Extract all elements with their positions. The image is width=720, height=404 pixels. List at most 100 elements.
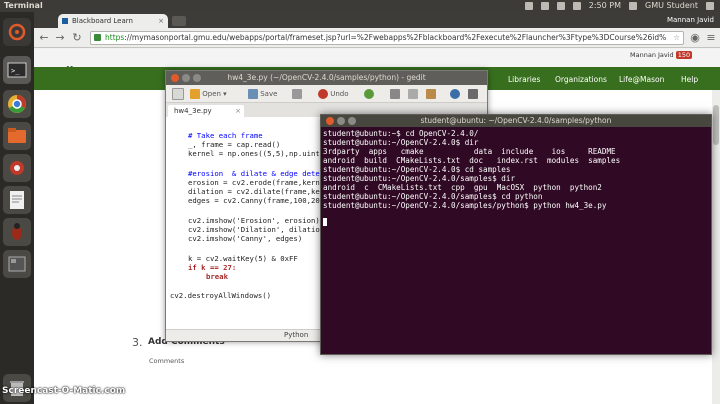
nav-organizations[interactable]: Organizations [555, 75, 607, 84]
code-line: _, frame = cap.read() [188, 140, 281, 149]
battery-icon[interactable] [556, 2, 565, 10]
terminal-line: student@ubuntu:~/OpenCV-2.4.0$ cd sample… [323, 165, 511, 174]
undo-button[interactable]: Undo [318, 88, 349, 100]
save-label: Save [260, 90, 278, 98]
bug-icon[interactable] [3, 218, 31, 246]
terminal-icon[interactable]: >_ [3, 56, 31, 84]
minimize-icon[interactable] [337, 117, 345, 125]
code-line: break [206, 272, 228, 281]
terminal-titlebar[interactable]: student@ubuntu: ~/OpenCV-2.4.0/samples/p… [321, 115, 711, 127]
notification-badge[interactable]: 150 [675, 51, 693, 59]
code-line: if k == 27: [188, 263, 237, 272]
terminal-line: student@ubuntu:~/OpenCV-2.4.0$ dir [323, 138, 479, 147]
language-selector[interactable]: Python [284, 331, 308, 339]
new-file-button[interactable] [172, 88, 184, 100]
tab-blackboard[interactable]: Blackboard Learn × [58, 14, 168, 28]
close-icon[interactable]: × [158, 14, 164, 28]
gedit-toolbar: Open ▾ Save Undo [166, 85, 487, 103]
minimize-icon[interactable] [182, 74, 190, 82]
paste-icon [426, 89, 436, 99]
terminal-line: student@ubuntu:~/OpenCV-2.4.0/samples$ d… [323, 174, 516, 183]
save-button[interactable]: Save [248, 88, 277, 100]
user-box[interactable]: Mannan Javid 150 [630, 51, 693, 59]
user-icon [629, 2, 637, 10]
code-line: kernel = np.ones((5,5),np.uint8) [188, 149, 329, 158]
open-label: Open [202, 90, 221, 98]
code-line: cv2.imshow('Canny', edges) [188, 234, 303, 243]
close-icon[interactable] [171, 74, 179, 82]
files-icon[interactable] [3, 122, 31, 150]
url-text: ://mymasonportal.gmu.edu/webapps/portal/… [124, 33, 667, 42]
copy-button[interactable] [408, 88, 418, 100]
close-icon[interactable]: × [235, 105, 241, 117]
extension-icon[interactable]: ◉ [688, 31, 702, 45]
terminal-line: student@ubuntu:~/OpenCV-2.4.0/samples/py… [323, 201, 607, 210]
nav-life-at-mason[interactable]: Life@Mason [619, 75, 664, 84]
code-line: #erosion & dilate & edge detection [188, 169, 342, 178]
profile-name[interactable]: Mannan Javid [630, 15, 714, 26]
new-tab-button[interactable] [172, 16, 186, 26]
terminal-window[interactable]: student@ubuntu: ~/OpenCV-2.4.0/samples/p… [320, 114, 712, 355]
menu-icon[interactable]: ≡ [704, 31, 718, 45]
section-number: 3. [132, 336, 143, 349]
chrome-icon[interactable] [3, 90, 31, 118]
nav-help[interactable]: Help [681, 75, 698, 84]
save-icon [248, 89, 258, 99]
user-name[interactable]: GMU Student [645, 0, 698, 12]
print-button[interactable] [292, 88, 302, 100]
bookmark-star-icon[interactable]: ☆ [673, 32, 680, 44]
find-button[interactable] [450, 88, 460, 100]
undo-label: Undo [330, 90, 349, 98]
tab-title: Blackboard Learn [72, 17, 133, 25]
text-editor-icon[interactable] [3, 186, 31, 214]
replace-icon [468, 89, 478, 99]
launcher: >_ [0, 12, 34, 404]
gedit-titlebar[interactable]: hw4_3e.py (~/OpenCV-2.4.0/samples/python… [166, 71, 487, 85]
nav-libraries[interactable]: Libraries [508, 75, 540, 84]
terminal-line: student@ubuntu:~/OpenCV-2.4.0/samples$ c… [323, 192, 543, 201]
gedit-tab-label: hw4_3e.py [174, 107, 212, 115]
forward-icon[interactable]: → [53, 31, 67, 45]
copy-icon [408, 89, 418, 99]
redo-icon [364, 89, 374, 99]
settings-icon[interactable] [3, 154, 31, 182]
back-icon[interactable]: ← [37, 31, 51, 45]
tab-strip: Blackboard Learn × Mannan Javid [34, 12, 720, 28]
search-icon [450, 89, 460, 99]
power-icon[interactable] [706, 2, 714, 10]
comments-label: Comments [149, 357, 185, 365]
terminal-cursor [323, 218, 327, 226]
cut-icon [390, 89, 400, 99]
code-line: cv2.destroyAllWindows() [170, 291, 272, 300]
address-bar[interactable]: https://mymasonportal.gmu.edu/webapps/po… [90, 31, 684, 45]
close-icon[interactable] [326, 117, 334, 125]
code-line: k = cv2.waitKey(5) & 0xFF [188, 254, 298, 263]
top-panel: Terminal 2:50 PM GMU Student [0, 0, 720, 12]
network-icon[interactable] [524, 2, 533, 10]
workspaces-icon[interactable] [3, 250, 31, 278]
replace-button[interactable] [468, 88, 478, 100]
undo-icon [318, 89, 328, 99]
watermark: Screencast-O-Matic.com [2, 386, 126, 396]
keyboard-icon[interactable] [540, 2, 549, 10]
active-app-title: Terminal [4, 1, 43, 10]
favicon-icon [62, 18, 68, 24]
paste-button[interactable] [426, 88, 436, 100]
cut-button[interactable] [390, 88, 400, 100]
page-scrollbar-thumb[interactable] [713, 105, 719, 145]
gedit-tab-hw4[interactable]: hw4_3e.py × [168, 105, 244, 117]
terminal-title: student@ubuntu: ~/OpenCV-2.4.0/samples/p… [420, 116, 612, 125]
redo-button[interactable] [364, 88, 374, 100]
volume-icon[interactable] [572, 2, 581, 10]
terminal-line: student@ubuntu:~$ cd OpenCV-2.4.0/ [323, 129, 479, 138]
terminal-line: android build CMakeLists.txt doc index.r… [323, 156, 621, 165]
open-button[interactable]: Open ▾ [190, 88, 227, 100]
maximize-icon[interactable] [348, 117, 356, 125]
new-file-icon [172, 88, 184, 100]
reload-icon[interactable]: ↻ [70, 31, 84, 45]
code-line: edges = cv2.Canny(frame,100,200) [188, 196, 329, 205]
maximize-icon[interactable] [193, 74, 201, 82]
clock[interactable]: 2:50 PM [589, 0, 621, 12]
dash-home-icon[interactable] [3, 18, 31, 46]
lock-icon [94, 34, 101, 41]
